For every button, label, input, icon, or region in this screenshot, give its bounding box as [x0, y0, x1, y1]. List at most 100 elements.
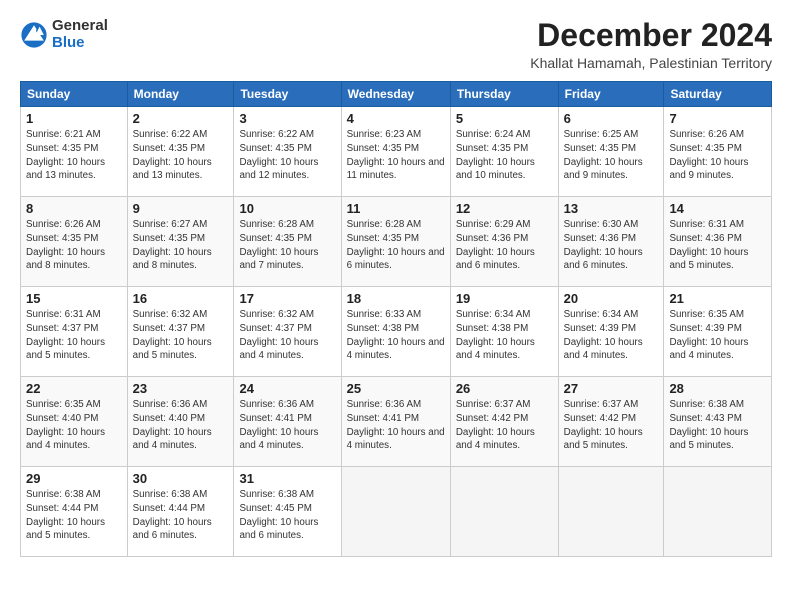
- logo-text: General Blue: [52, 18, 108, 51]
- day-number: 23: [133, 381, 229, 396]
- day-number: 6: [564, 111, 659, 126]
- calendar-cell: 29 Sunrise: 6:38 AMSunset: 4:44 PMDaylig…: [21, 467, 128, 557]
- day-number: 26: [456, 381, 553, 396]
- header-thursday: Thursday: [450, 82, 558, 107]
- day-number: 5: [456, 111, 553, 126]
- day-info: Sunrise: 6:24 AMSunset: 4:35 PMDaylight:…: [456, 129, 535, 181]
- calendar-cell: 3 Sunrise: 6:22 AMSunset: 4:35 PMDayligh…: [234, 107, 341, 197]
- day-number: 28: [669, 381, 766, 396]
- day-info: Sunrise: 6:30 AMSunset: 4:36 PMDaylight:…: [564, 219, 643, 271]
- logo-general: General: [52, 18, 108, 35]
- day-info: Sunrise: 6:32 AMSunset: 4:37 PMDaylight:…: [133, 309, 212, 361]
- calendar-cell: 15 Sunrise: 6:31 AMSunset: 4:37 PMDaylig…: [21, 287, 128, 377]
- calendar-cell: 8 Sunrise: 6:26 AMSunset: 4:35 PMDayligh…: [21, 197, 128, 287]
- calendar-cell: 21 Sunrise: 6:35 AMSunset: 4:39 PMDaylig…: [664, 287, 772, 377]
- week-row-5: 29 Sunrise: 6:38 AMSunset: 4:44 PMDaylig…: [21, 467, 772, 557]
- calendar-cell: 31 Sunrise: 6:38 AMSunset: 4:45 PMDaylig…: [234, 467, 341, 557]
- day-info: Sunrise: 6:23 AMSunset: 4:35 PMDaylight:…: [347, 129, 445, 181]
- day-info: Sunrise: 6:27 AMSunset: 4:35 PMDaylight:…: [133, 219, 212, 271]
- calendar-cell: 28 Sunrise: 6:38 AMSunset: 4:43 PMDaylig…: [664, 377, 772, 467]
- calendar-cell: 6 Sunrise: 6:25 AMSunset: 4:35 PMDayligh…: [558, 107, 664, 197]
- calendar-page: General Blue December 2024 Khallat Hamam…: [0, 0, 792, 567]
- week-row-4: 22 Sunrise: 6:35 AMSunset: 4:40 PMDaylig…: [21, 377, 772, 467]
- logo: General Blue: [20, 18, 108, 51]
- calendar-cell: 14 Sunrise: 6:31 AMSunset: 4:36 PMDaylig…: [664, 197, 772, 287]
- header-friday: Friday: [558, 82, 664, 107]
- calendar-table: SundayMondayTuesdayWednesdayThursdayFrid…: [20, 81, 772, 557]
- day-info: Sunrise: 6:21 AMSunset: 4:35 PMDaylight:…: [26, 129, 105, 181]
- logo-icon: [20, 21, 48, 49]
- subtitle: Khallat Hamamah, Palestinian Territory: [530, 55, 772, 71]
- day-number: 10: [239, 201, 335, 216]
- day-info: Sunrise: 6:38 AMSunset: 4:45 PMDaylight:…: [239, 489, 318, 541]
- calendar-cell: 27 Sunrise: 6:37 AMSunset: 4:42 PMDaylig…: [558, 377, 664, 467]
- day-info: Sunrise: 6:37 AMSunset: 4:42 PMDaylight:…: [564, 399, 643, 451]
- day-number: 1: [26, 111, 122, 126]
- day-number: 21: [669, 291, 766, 306]
- day-number: 31: [239, 471, 335, 486]
- calendar-cell: [450, 467, 558, 557]
- calendar-cell: 19 Sunrise: 6:34 AMSunset: 4:38 PMDaylig…: [450, 287, 558, 377]
- day-info: Sunrise: 6:37 AMSunset: 4:42 PMDaylight:…: [456, 399, 535, 451]
- day-info: Sunrise: 6:32 AMSunset: 4:37 PMDaylight:…: [239, 309, 318, 361]
- day-info: Sunrise: 6:38 AMSunset: 4:43 PMDaylight:…: [669, 399, 748, 451]
- day-info: Sunrise: 6:28 AMSunset: 4:35 PMDaylight:…: [239, 219, 318, 271]
- calendar-cell: 20 Sunrise: 6:34 AMSunset: 4:39 PMDaylig…: [558, 287, 664, 377]
- header-wednesday: Wednesday: [341, 82, 450, 107]
- day-number: 18: [347, 291, 445, 306]
- calendar-cell: 18 Sunrise: 6:33 AMSunset: 4:38 PMDaylig…: [341, 287, 450, 377]
- calendar-cell: 22 Sunrise: 6:35 AMSunset: 4:40 PMDaylig…: [21, 377, 128, 467]
- day-number: 24: [239, 381, 335, 396]
- day-info: Sunrise: 6:35 AMSunset: 4:40 PMDaylight:…: [26, 399, 105, 451]
- day-number: 25: [347, 381, 445, 396]
- calendar-cell: 17 Sunrise: 6:32 AMSunset: 4:37 PMDaylig…: [234, 287, 341, 377]
- day-info: Sunrise: 6:36 AMSunset: 4:41 PMDaylight:…: [239, 399, 318, 451]
- calendar-cell: 23 Sunrise: 6:36 AMSunset: 4:40 PMDaylig…: [127, 377, 234, 467]
- calendar-cell: 13 Sunrise: 6:30 AMSunset: 4:36 PMDaylig…: [558, 197, 664, 287]
- header-sunday: Sunday: [21, 82, 128, 107]
- logo-blue: Blue: [52, 35, 108, 52]
- calendar-cell: 12 Sunrise: 6:29 AMSunset: 4:36 PMDaylig…: [450, 197, 558, 287]
- day-number: 4: [347, 111, 445, 126]
- day-info: Sunrise: 6:36 AMSunset: 4:40 PMDaylight:…: [133, 399, 212, 451]
- day-info: Sunrise: 6:29 AMSunset: 4:36 PMDaylight:…: [456, 219, 535, 271]
- main-title: December 2024: [530, 18, 772, 53]
- day-info: Sunrise: 6:22 AMSunset: 4:35 PMDaylight:…: [239, 129, 318, 181]
- calendar-cell: 11 Sunrise: 6:28 AMSunset: 4:35 PMDaylig…: [341, 197, 450, 287]
- header-monday: Monday: [127, 82, 234, 107]
- day-number: 30: [133, 471, 229, 486]
- calendar-cell: [341, 467, 450, 557]
- day-number: 11: [347, 201, 445, 216]
- day-info: Sunrise: 6:26 AMSunset: 4:35 PMDaylight:…: [26, 219, 105, 271]
- day-info: Sunrise: 6:31 AMSunset: 4:36 PMDaylight:…: [669, 219, 748, 271]
- header: General Blue December 2024 Khallat Hamam…: [20, 18, 772, 71]
- day-number: 17: [239, 291, 335, 306]
- title-section: December 2024 Khallat Hamamah, Palestini…: [530, 18, 772, 71]
- day-number: 13: [564, 201, 659, 216]
- calendar-cell: 2 Sunrise: 6:22 AMSunset: 4:35 PMDayligh…: [127, 107, 234, 197]
- day-number: 9: [133, 201, 229, 216]
- calendar-cell: 1 Sunrise: 6:21 AMSunset: 4:35 PMDayligh…: [21, 107, 128, 197]
- week-row-1: 1 Sunrise: 6:21 AMSunset: 4:35 PMDayligh…: [21, 107, 772, 197]
- day-info: Sunrise: 6:36 AMSunset: 4:41 PMDaylight:…: [347, 399, 445, 451]
- calendar-header-row: SundayMondayTuesdayWednesdayThursdayFrid…: [21, 82, 772, 107]
- calendar-cell: 30 Sunrise: 6:38 AMSunset: 4:44 PMDaylig…: [127, 467, 234, 557]
- day-info: Sunrise: 6:34 AMSunset: 4:39 PMDaylight:…: [564, 309, 643, 361]
- week-row-3: 15 Sunrise: 6:31 AMSunset: 4:37 PMDaylig…: [21, 287, 772, 377]
- calendar-cell: [558, 467, 664, 557]
- week-row-2: 8 Sunrise: 6:26 AMSunset: 4:35 PMDayligh…: [21, 197, 772, 287]
- day-number: 16: [133, 291, 229, 306]
- day-info: Sunrise: 6:38 AMSunset: 4:44 PMDaylight:…: [133, 489, 212, 541]
- header-saturday: Saturday: [664, 82, 772, 107]
- day-info: Sunrise: 6:35 AMSunset: 4:39 PMDaylight:…: [669, 309, 748, 361]
- day-info: Sunrise: 6:28 AMSunset: 4:35 PMDaylight:…: [347, 219, 445, 271]
- calendar-cell: 26 Sunrise: 6:37 AMSunset: 4:42 PMDaylig…: [450, 377, 558, 467]
- calendar-cell: 4 Sunrise: 6:23 AMSunset: 4:35 PMDayligh…: [341, 107, 450, 197]
- day-number: 12: [456, 201, 553, 216]
- day-info: Sunrise: 6:33 AMSunset: 4:38 PMDaylight:…: [347, 309, 445, 361]
- day-info: Sunrise: 6:22 AMSunset: 4:35 PMDaylight:…: [133, 129, 212, 181]
- day-number: 7: [669, 111, 766, 126]
- day-info: Sunrise: 6:25 AMSunset: 4:35 PMDaylight:…: [564, 129, 643, 181]
- day-number: 2: [133, 111, 229, 126]
- calendar-cell: 16 Sunrise: 6:32 AMSunset: 4:37 PMDaylig…: [127, 287, 234, 377]
